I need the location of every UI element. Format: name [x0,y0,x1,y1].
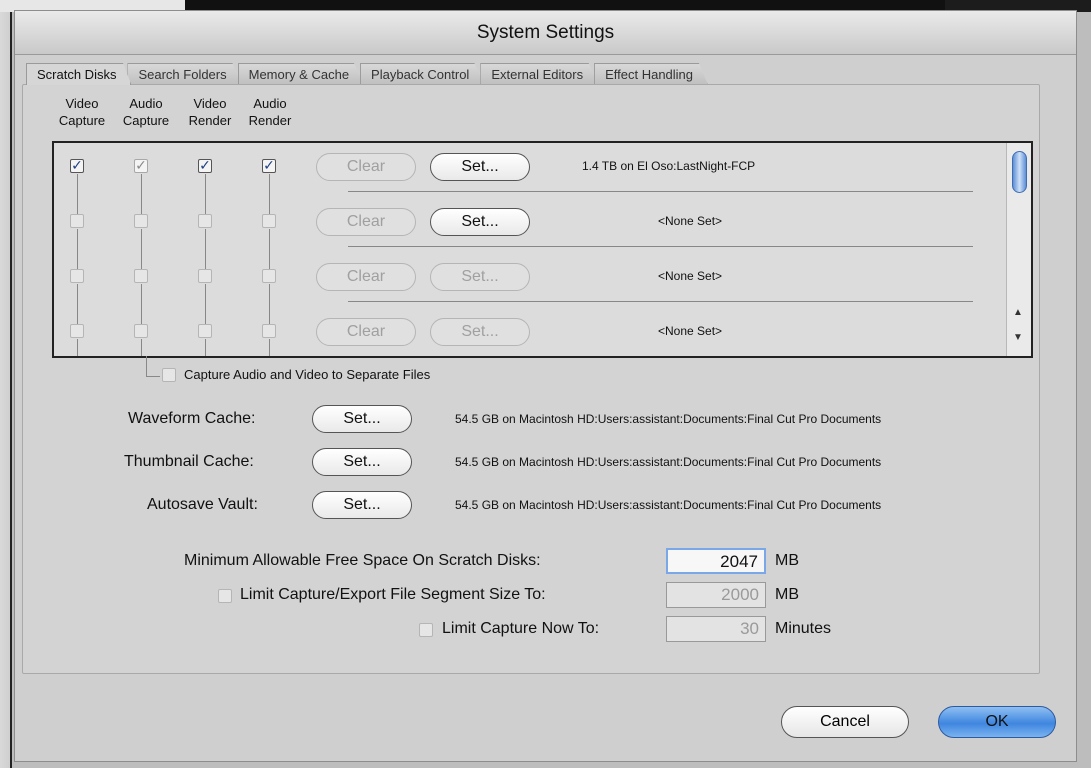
tab-external-editors[interactable]: External Editors [480,63,599,85]
row-divider [348,191,973,192]
disk-row-3-checkbox-1[interactable] [70,269,84,283]
disk-row-3-checkbox-3[interactable] [198,269,212,283]
column-connector-line [269,174,270,214]
column-connector-line [77,284,78,324]
tab-scratch-disks[interactable]: Scratch Disks [26,63,132,85]
thumbnail-cache-label: Thumbnail Cache: [124,453,254,470]
autosave-vault-info: 54.5 GB on Macintosh HD:Users:assistant:… [455,498,882,512]
disk-row-4-set-button[interactable]: Set... [430,318,530,346]
tab-memory-cache[interactable]: Memory & Cache [237,63,365,85]
ok-button[interactable]: OK [938,706,1056,738]
disk-row-1-checkbox-2[interactable]: ✓ [134,158,148,173]
disk-row-1-clear-button[interactable]: Clear [316,153,416,181]
thumbnail-cache-set-button[interactable]: Set... [312,448,412,476]
column-connector-line [141,174,142,214]
segment-size-input[interactable]: 2000 [666,582,766,608]
tab-bar: Scratch Disks Search Folders Memory & Ca… [26,63,709,85]
autosave-vault-set-button[interactable]: Set... [312,491,412,519]
disk-row-3-clear-button[interactable]: Clear [316,263,416,291]
autosave-vault-label: Autosave Vault: [147,496,258,513]
column-header-line: Capture [58,113,106,128]
column-header-line: Video [193,96,227,111]
column-connector-line [77,174,78,214]
column-connector-line [269,284,270,324]
column-connector-line [141,339,142,356]
disk-row-3-checkbox-4[interactable] [262,269,276,283]
row-divider [348,301,973,302]
column-connector-line [269,229,270,269]
waveform-cache-set-button[interactable]: Set... [312,405,412,433]
waveform-cache-info: 54.5 GB on Macintosh HD:Users:assistant:… [455,412,882,426]
capture-now-input[interactable]: 30 [666,616,766,642]
column-connector-line [205,174,206,214]
disk-row-2-checkbox-1[interactable] [70,214,84,228]
disk-row-3-set-button[interactable]: Set... [430,263,530,291]
disk-row-3-checkbox-2[interactable] [134,269,148,283]
column-header-line: Render [248,113,292,128]
tab-effect-handling[interactable]: Effect Handling [594,63,709,85]
column-connector-line [205,229,206,269]
disk-row-2-checkbox-3[interactable] [198,214,212,228]
segment-size-checkbox[interactable] [218,589,232,603]
column-header-line: Audio [129,96,163,111]
scrollbar[interactable]: ▲ ▼ [1006,143,1031,356]
column-connector-line [141,229,142,269]
column-connector-line [269,339,270,356]
disk-row-4-checkbox-1[interactable] [70,324,84,338]
window-title: System Settings [15,11,1076,55]
disk-row-2-set-button[interactable]: Set... [430,208,530,236]
capture-now-checkbox[interactable] [419,623,433,637]
separate-files-label: Capture Audio and Video to Separate File… [184,367,431,382]
column-header-audio-render: Audio Render [240,95,300,129]
column-header-line: Video [65,96,99,111]
thumbnail-cache-info: 54.5 GB on Macintosh HD:Users:assistant:… [455,455,882,469]
scroll-up-arrow-icon[interactable]: ▲ [1013,307,1023,318]
min-free-space-label: Minimum Allowable Free Space On Scratch … [184,552,541,569]
tab-search-folders[interactable]: Search Folders [127,63,242,85]
column-header-line: Render [188,113,232,128]
min-free-space-unit: MB [775,552,799,569]
disk-row-1-info: 1.4 TB on El Oso:LastNight-FCP [582,159,756,173]
disk-row-4-checkbox-3[interactable] [198,324,212,338]
separate-files-checkbox[interactable] [162,368,176,382]
segment-size-unit: MB [775,586,799,603]
column-header-line: Capture [122,113,170,128]
scroll-down-arrow-icon[interactable]: ▼ [1013,332,1023,343]
capture-now-unit: Minutes [775,620,832,637]
column-header-video-render: Video Render [180,95,240,129]
scroll-thumb[interactable] [1012,151,1027,193]
tab-playback-control[interactable]: Playback Control [360,63,485,85]
column-header-video-capture: Video Capture [52,95,112,129]
disk-row-2-checkbox-4[interactable] [262,214,276,228]
disk-row-4-checkbox-2[interactable] [134,324,148,338]
disk-row-4-checkbox-4[interactable] [262,324,276,338]
scratch-disk-list[interactable]: ▲ ▼ ✓ ✓ ✓ ✓ Clear Set... 1.4 TB on El Oso:Last… [52,141,1033,358]
min-free-space-input[interactable]: 2047 [666,548,766,574]
column-connector-line [205,284,206,324]
disk-row-4-info: <None Set> [658,324,723,338]
row-divider [348,246,973,247]
disk-row-1-checkbox-4[interactable]: ✓ [262,158,276,173]
waveform-cache-label: Waveform Cache: [128,410,256,427]
segment-size-label: Limit Capture/Export File Segment Size T… [240,586,546,603]
cancel-button[interactable]: Cancel [781,706,909,738]
disk-row-2-info: <None Set> [658,214,723,228]
tree-connector [146,376,160,377]
column-connector-line [141,284,142,324]
disk-row-4-clear-button[interactable]: Clear [316,318,416,346]
column-header-line: Audio [253,96,287,111]
disk-row-3-info: <None Set> [658,269,723,283]
capture-now-label: Limit Capture Now To: [442,620,600,637]
disk-row-1-checkbox-3[interactable]: ✓ [198,158,212,173]
column-header-audio-capture: Audio Capture [116,95,176,129]
disk-row-2-clear-button[interactable]: Clear [316,208,416,236]
disk-row-2-checkbox-2[interactable] [134,214,148,228]
disk-row-1-checkbox-1[interactable]: ✓ [70,158,84,173]
column-connector-line [77,339,78,356]
column-connector-line [77,229,78,269]
tree-connector [146,356,147,376]
column-connector-line [205,339,206,356]
disk-row-1-set-button[interactable]: Set... [430,153,530,181]
